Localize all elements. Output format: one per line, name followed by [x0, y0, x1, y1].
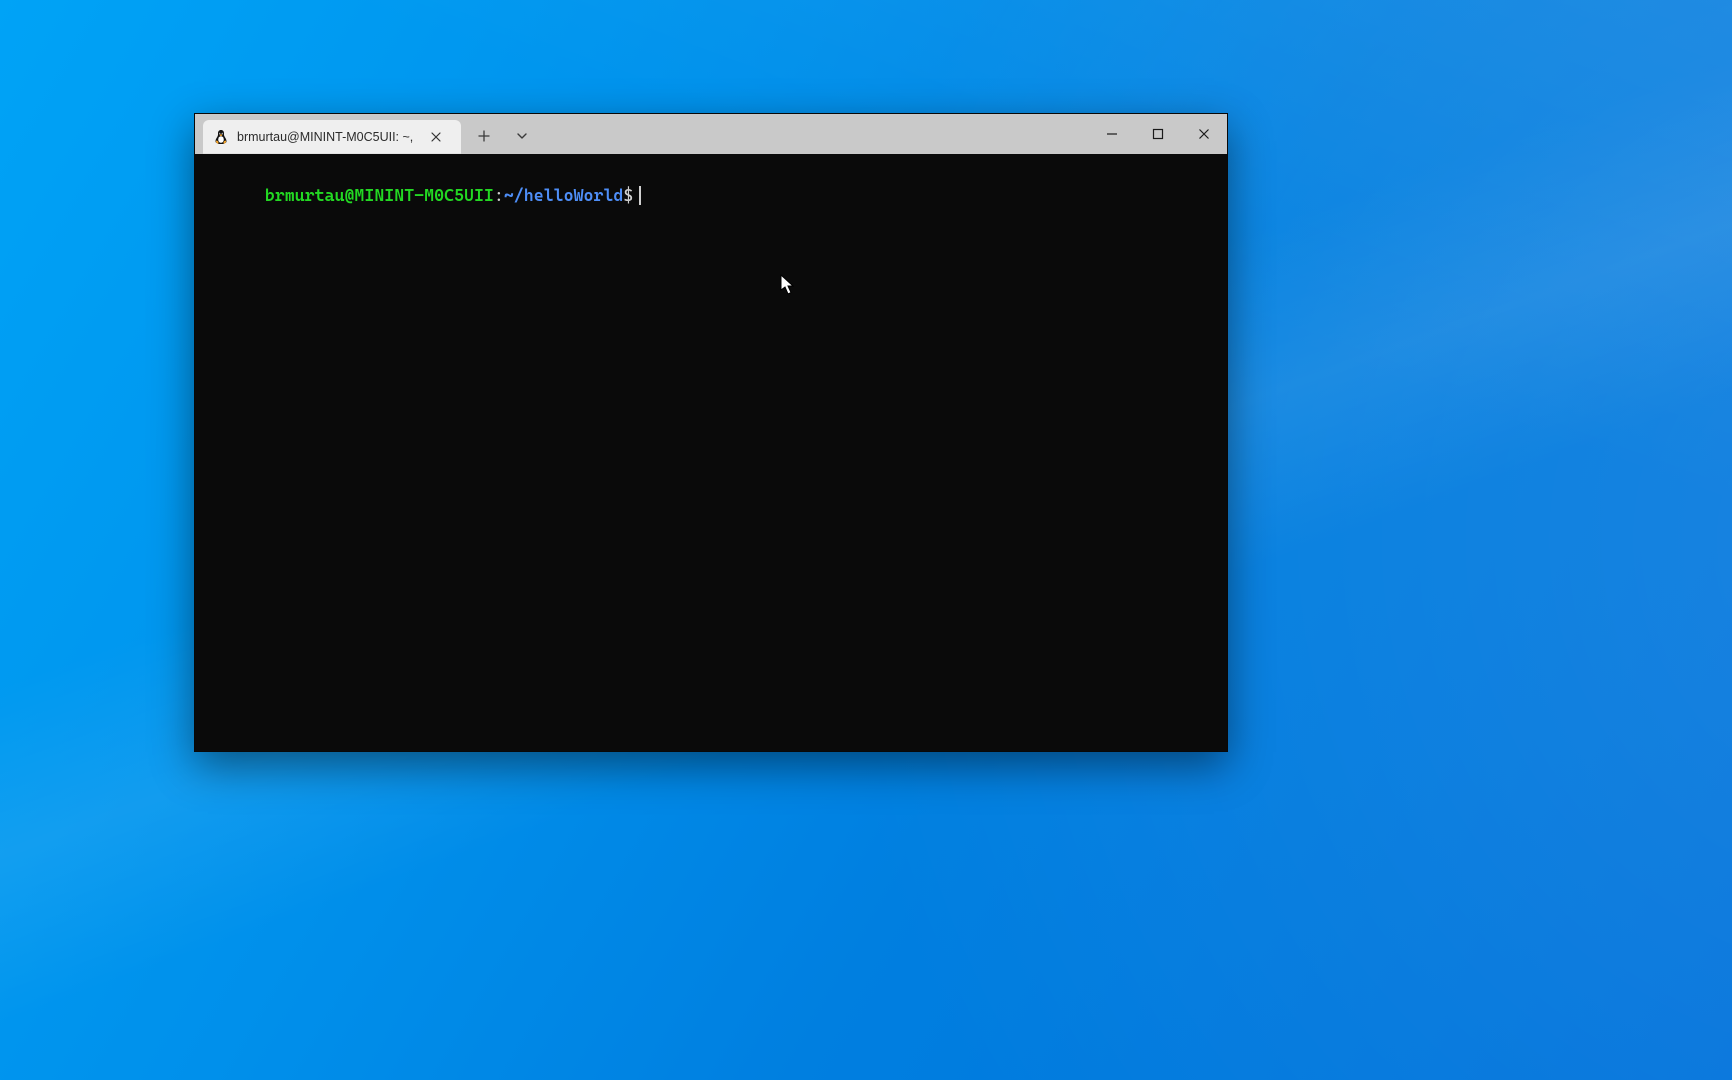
tab-title: brmurtau@MININT-M0C5UII: ~,: [237, 130, 413, 144]
titlebar[interactable]: brmurtau@MININT-M0C5UII: ~,: [195, 114, 1227, 154]
close-icon: [431, 132, 441, 142]
terminal-viewport[interactable]: brmurtau@MININT-M0C5UII:~/helloWorld$: [195, 154, 1227, 751]
tab-actions: [461, 114, 539, 154]
prompt-user-host: brmurtau@MININT-M0C5UII: [265, 185, 494, 205]
prompt-path: ~/helloWorld: [504, 185, 624, 205]
tab-strip: brmurtau@MININT-M0C5UII: ~,: [195, 114, 461, 154]
titlebar-drag-region[interactable]: [539, 114, 1089, 154]
close-window-button[interactable]: [1181, 114, 1227, 154]
maximize-icon: [1152, 128, 1164, 140]
prompt-separator: :: [494, 185, 504, 205]
tab-close-button[interactable]: [425, 126, 447, 148]
terminal-window[interactable]: brmurtau@MININT-M0C5UII: ~,: [194, 113, 1228, 752]
minimize-button[interactable]: [1089, 114, 1135, 154]
plus-icon: [478, 130, 490, 142]
new-tab-button[interactable]: [467, 119, 501, 153]
tux-icon: [213, 129, 229, 145]
minimize-icon: [1106, 128, 1118, 140]
tab-active[interactable]: brmurtau@MININT-M0C5UII: ~,: [203, 120, 461, 154]
chevron-down-icon: [516, 130, 528, 142]
prompt-symbol: $: [623, 185, 633, 205]
close-icon: [1198, 128, 1210, 140]
terminal-cursor: [639, 186, 641, 205]
tab-dropdown-button[interactable]: [505, 119, 539, 153]
maximize-button[interactable]: [1135, 114, 1181, 154]
desktop-background: brmurtau@MININT-M0C5UII: ~,: [0, 0, 1732, 1080]
window-controls: [1089, 114, 1227, 154]
